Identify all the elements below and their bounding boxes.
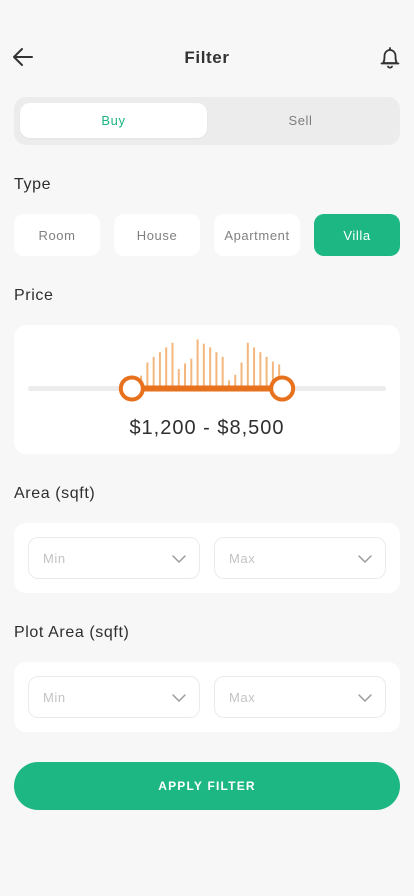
histogram-bar	[196, 339, 199, 386]
area-card: Min Max	[14, 523, 400, 593]
histogram-bar	[171, 342, 174, 386]
type-label: Type	[14, 176, 52, 193]
area-min-select[interactable]: Min	[28, 537, 200, 579]
histogram-bar	[215, 352, 218, 386]
histogram-bar	[227, 380, 230, 386]
chevron-down-icon	[358, 694, 372, 702]
histogram-bar	[177, 369, 180, 386]
tab-buy[interactable]: Buy	[20, 103, 207, 138]
plot-area-min-placeholder: Min	[43, 690, 66, 705]
area-max-select[interactable]: Max	[214, 537, 386, 579]
histogram-bar	[209, 347, 212, 386]
price-histogram	[133, 339, 281, 386]
price-card: $1,200 - $8,500	[14, 325, 400, 454]
histogram-bar	[246, 342, 249, 386]
histogram-bar	[190, 358, 193, 386]
plot-area-max-placeholder: Max	[229, 690, 256, 705]
chevron-down-icon	[172, 555, 186, 563]
type-chip-villa[interactable]: Villa	[314, 214, 400, 256]
type-chip-apartment[interactable]: Apartment	[214, 214, 300, 256]
plot-area-card: Min Max	[14, 662, 400, 732]
histogram-bar	[221, 356, 224, 386]
page-title: Filter	[184, 48, 230, 67]
slider-max-handle[interactable]	[269, 375, 296, 402]
price-range-slider[interactable]	[14, 325, 400, 415]
histogram-bar	[240, 362, 243, 386]
price-label: Price	[14, 287, 54, 304]
plot-area-label: Plot Area (sqft)	[14, 624, 130, 641]
histogram-bar	[253, 347, 256, 386]
histogram-bar	[152, 356, 155, 386]
notifications-button[interactable]	[378, 45, 402, 71]
area-max-placeholder: Max	[229, 551, 256, 566]
tab-sell[interactable]: Sell	[207, 103, 394, 138]
histogram-bar	[165, 347, 168, 386]
histogram-bar	[259, 352, 262, 386]
histogram-bar	[158, 352, 161, 386]
slider-min-handle[interactable]	[118, 375, 145, 402]
type-chip-house[interactable]: House	[114, 214, 200, 256]
chevron-down-icon	[358, 555, 372, 563]
histogram-bar	[234, 374, 237, 386]
price-range-value: $1,200 - $8,500	[129, 417, 285, 439]
type-chip-room[interactable]: Room	[14, 214, 100, 256]
slider-selected-range	[131, 385, 283, 392]
bell-icon	[380, 47, 400, 69]
area-min-placeholder: Min	[43, 551, 66, 566]
plot-area-max-select[interactable]: Max	[214, 676, 386, 718]
histogram-bar	[184, 363, 187, 386]
area-label: Area (sqft)	[14, 485, 96, 502]
buy-sell-toggle: Buy Sell	[14, 97, 400, 145]
apply-filter-button[interactable]: APPLY FILTER	[14, 762, 400, 810]
histogram-bar	[202, 343, 205, 386]
histogram-bar	[265, 356, 268, 386]
chevron-down-icon	[172, 694, 186, 702]
histogram-bar	[146, 362, 149, 386]
plot-area-min-select[interactable]: Min	[28, 676, 200, 718]
